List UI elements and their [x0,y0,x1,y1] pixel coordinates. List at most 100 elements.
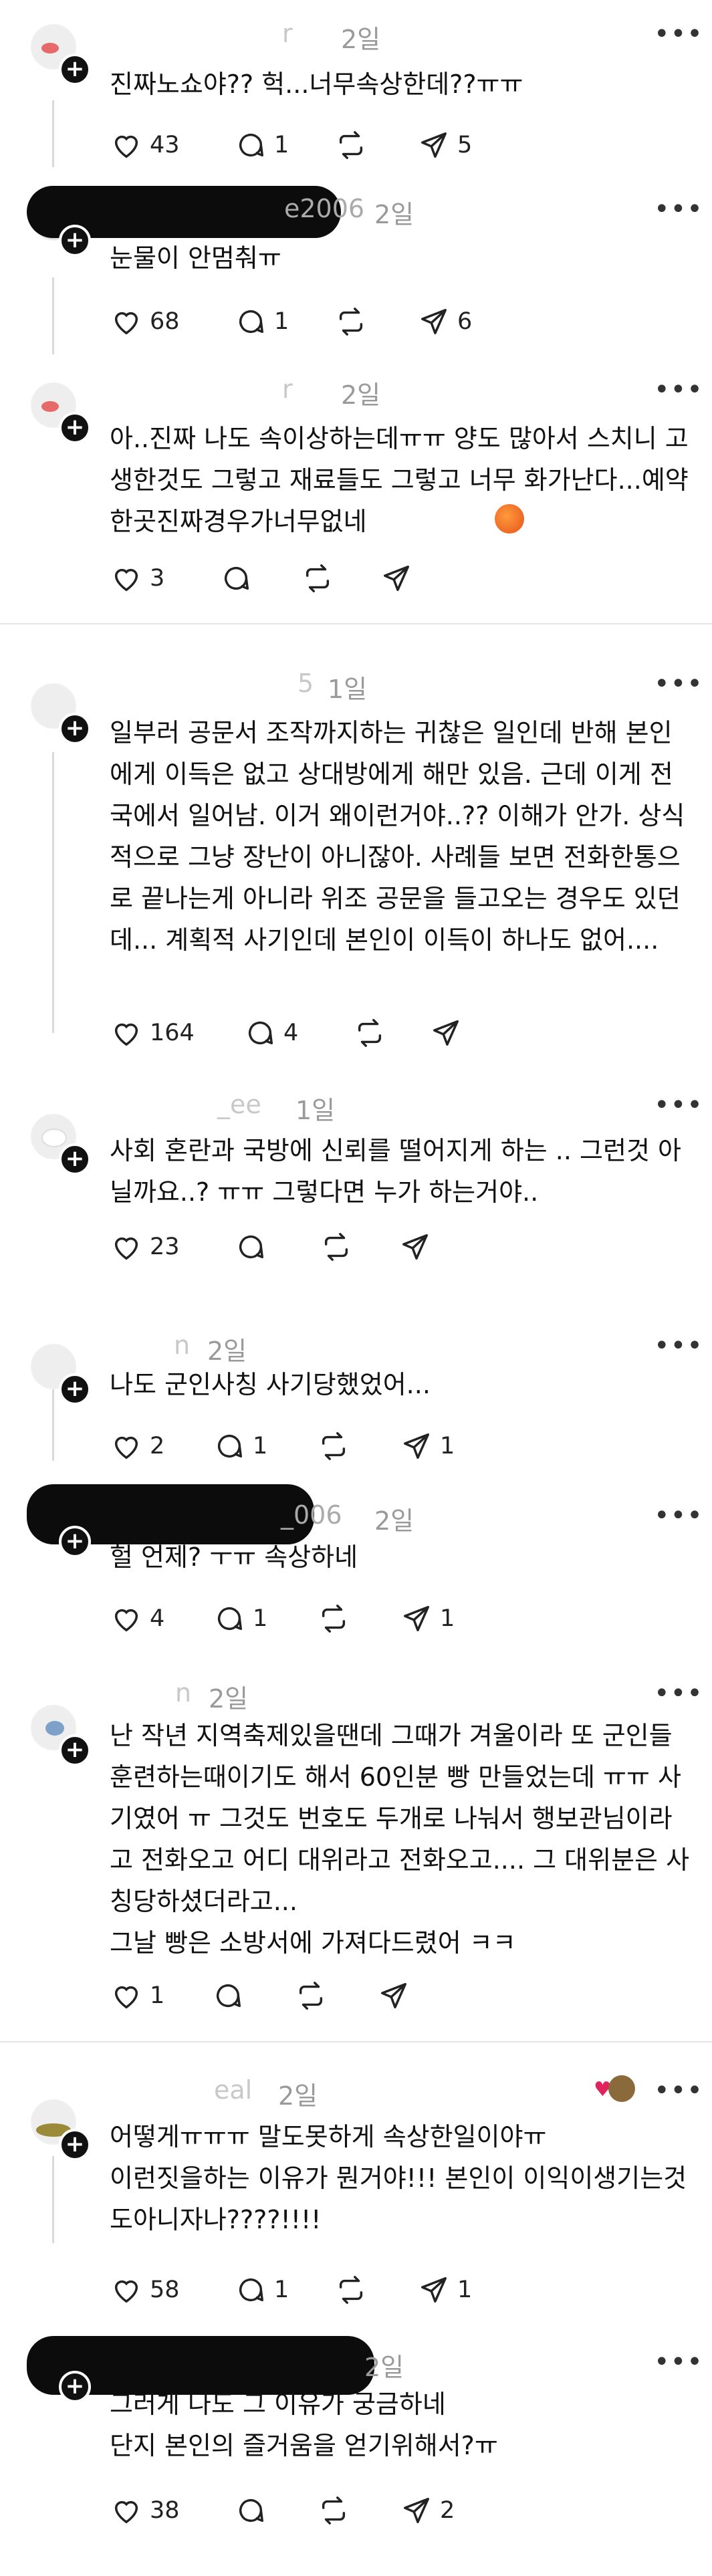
repost-button[interactable] [318,2494,349,2527]
username[interactable]: r [282,374,293,404]
follow-plus-icon[interactable]: + [59,2371,91,2403]
angry-face-emoji-icon [495,504,524,534]
username[interactable]: eal [214,2075,252,2105]
follow-plus-icon[interactable]: + [59,1734,91,1766]
repost-button[interactable] [336,2273,366,2307]
share-icon [404,2498,429,2523]
like-button[interactable]: 1 [111,1979,164,2012]
share-button[interactable]: 5 [419,128,472,162]
share-button[interactable] [400,1230,431,1264]
follow-plus-icon[interactable]: + [59,1526,91,1558]
more-icon[interactable]: ••• [654,1500,703,1531]
like-button[interactable]: 58 [111,2273,180,2307]
repost-button[interactable] [302,562,333,595]
comment-text: 아..진짜 나도 속이상하는데ㅠㅠ 양도 많아서 스치니 고생한것도 그렇고 재… [110,424,689,536]
share-button[interactable] [381,562,412,595]
like-button[interactable]: 4 [111,1602,164,1635]
username[interactable]: n [174,1330,190,1360]
share-button[interactable] [378,1979,409,2012]
more-icon[interactable]: ••• [654,194,703,225]
follow-plus-icon[interactable]: + [59,225,91,257]
like-button[interactable]: 68 [111,305,180,338]
repost-icon [322,2496,346,2525]
share-count: 1 [440,1605,455,1632]
more-icon[interactable]: ••• [654,2347,703,2377]
follow-plus-icon[interactable]: + [59,1143,91,1175]
reply-button[interactable]: 4 [245,1016,298,1050]
thread-divider [0,623,712,624]
reply-button[interactable]: 1 [214,1602,267,1635]
repost-button[interactable] [295,1979,326,2012]
reply-button[interactable] [235,2494,266,2527]
follow-plus-icon[interactable]: + [59,713,91,745]
share-icon [421,2277,447,2303]
like-button[interactable]: 23 [111,1230,180,1264]
reply-button[interactable] [213,1979,243,2012]
share-icon [404,1433,429,1459]
share-button[interactable] [431,1016,461,1050]
repost-icon [299,1982,323,2010]
username[interactable]: _006 [281,1500,342,1530]
more-icon[interactable]: ••• [654,1330,703,1361]
share-button[interactable]: 1 [401,1429,455,1463]
follow-plus-icon[interactable]: + [59,53,91,86]
share-count: 1 [440,1433,455,1459]
comment-icon [248,1021,273,1045]
like-button[interactable]: 2 [111,1429,164,1463]
share-icon [384,566,409,591]
repost-button[interactable] [336,128,366,162]
username[interactable]: n [175,1678,191,1708]
username[interactable]: e2006 [284,194,364,223]
reply-button[interactable]: 1 [235,128,289,162]
share-count: 6 [457,308,473,335]
heart-icon [114,312,138,335]
share-button[interactable]: 1 [401,1602,455,1635]
more-icon[interactable]: ••• [654,374,703,405]
like-count: 4 [150,1605,165,1632]
repost-button[interactable] [354,1016,385,1050]
timestamp: 1일 [328,675,368,704]
reply-count: 1 [274,132,289,158]
more-icon[interactable]: ••• [654,1678,703,1709]
more-icon[interactable]: ••• [654,669,703,699]
heart-icon [114,1023,138,1046]
heart-icon [114,1986,138,2009]
repost-button[interactable] [336,305,366,338]
share-count: 2 [440,2497,455,2524]
comment-text: 어떻게ㅠㅠㅠ 말도못하게 속상한일이야ㅠ 이런짓을하는 이유가 뭔거야!!! 본… [110,2122,687,2234]
timestamp: 1일 [295,1096,336,1125]
repost-button[interactable] [318,1602,349,1635]
comment-text: 일부러 공문서 조작까지하는 귀찮은 일인데 반해 본인에게 이득은 없고 상대… [110,718,685,955]
like-count: 3 [150,565,165,592]
timestamp: 2일 [209,1684,249,1714]
username[interactable]: _ee [217,1090,261,1119]
username[interactable]: r [282,19,293,48]
follow-plus-icon[interactable]: + [59,412,91,444]
like-button[interactable]: 43 [111,128,180,162]
reply-button[interactable]: 1 [235,2273,289,2307]
follow-plus-icon[interactable]: + [59,2129,91,2161]
reply-button[interactable]: 1 [235,305,289,338]
more-icon[interactable]: ••• [654,2075,703,2106]
comment-icon [239,133,263,157]
repost-button[interactable] [318,1429,349,1463]
like-button[interactable]: 38 [111,2494,180,2527]
more-icon[interactable]: ••• [654,1090,703,1121]
username[interactable]: 5 [298,669,314,698]
reply-button[interactable] [221,562,251,595]
like-button[interactable]: 164 [111,1016,195,1050]
more-icon[interactable]: ••• [654,19,703,49]
comment-text: 난 작년 지역축제있을땐데 그때가 겨울이라 또 군인들 훈련하는때이기도 해서… [110,1721,690,1958]
reply-button[interactable] [235,1230,266,1264]
comment-icon [216,1984,241,2008]
like-button[interactable]: 3 [111,562,164,595]
share-button[interactable]: 6 [419,305,472,338]
share-button[interactable]: 2 [401,2494,455,2527]
share-button[interactable]: 1 [419,2273,472,2307]
reply-button[interactable]: 1 [214,1429,267,1463]
thread-line [52,752,54,1033]
follow-plus-icon[interactable]: + [59,1373,91,1405]
timestamp: 2일 [364,2353,404,2382]
repost-button[interactable] [321,1230,352,1264]
like-count: 43 [150,132,180,158]
